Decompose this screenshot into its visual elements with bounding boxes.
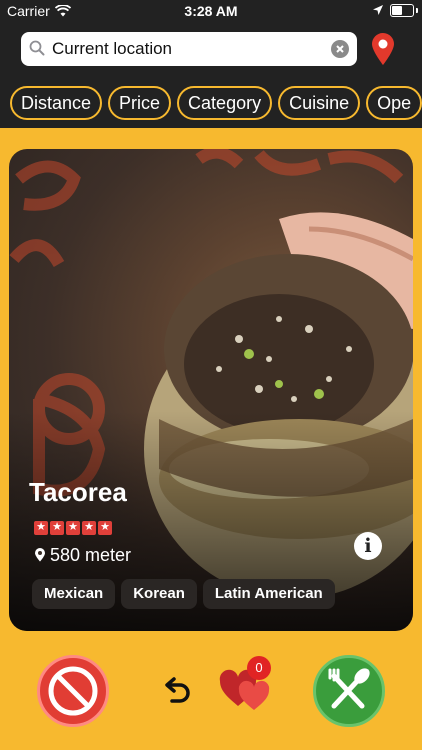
search-input[interactable]: Current location bbox=[21, 32, 357, 66]
restaurant-name: Tacorea bbox=[29, 477, 127, 507]
like-button[interactable] bbox=[313, 655, 385, 727]
fork-spoon-icon bbox=[328, 668, 370, 709]
cuisine-tag: Mexican bbox=[32, 579, 116, 609]
clock: 3:28 AM bbox=[184, 3, 238, 19]
cuisine-tag: Korean bbox=[121, 579, 197, 609]
star-icon: ★ bbox=[50, 521, 64, 535]
distance-label: 580 meter bbox=[50, 545, 132, 565]
favorites-count-badge: 0 bbox=[247, 656, 271, 680]
cuisine-tags: Mexican Korean Latin American bbox=[32, 579, 341, 609]
no-icon bbox=[48, 666, 98, 716]
clear-icon[interactable] bbox=[331, 40, 349, 58]
location-arrow-icon bbox=[372, 3, 384, 19]
filter-distance[interactable]: Distance bbox=[10, 86, 103, 120]
distance-row: 580 meter bbox=[34, 545, 131, 566]
search-icon bbox=[29, 40, 45, 61]
location-pin-icon bbox=[35, 548, 45, 562]
header: Carrier 3:28 AM Current location Distanc… bbox=[0, 0, 422, 128]
filter-price[interactable]: Price bbox=[108, 86, 172, 120]
filter-category[interactable]: Category bbox=[177, 86, 273, 120]
filter-cuisine[interactable]: Cuisine bbox=[278, 86, 361, 120]
search-value: Current location bbox=[52, 39, 173, 58]
rating-stars: ★ ★ ★ ★ ★ bbox=[34, 521, 114, 540]
star-icon: ★ bbox=[66, 521, 80, 535]
star-icon: ★ bbox=[82, 521, 96, 535]
star-icon: ★ bbox=[34, 521, 48, 535]
battery-icon bbox=[390, 4, 418, 17]
dislike-button[interactable] bbox=[37, 655, 109, 727]
restaurant-card[interactable]: Tacorea ★ ★ ★ ★ ★ 580 meter Mexican Korean Lat… bbox=[9, 149, 413, 631]
undo-icon[interactable] bbox=[162, 675, 192, 710]
star-icon: ★ bbox=[98, 521, 112, 535]
cuisine-tag: Latin American bbox=[202, 579, 335, 609]
filter-bar: Distance Price Category Cuisine Ope bbox=[10, 86, 422, 120]
info-icon[interactable]: i bbox=[354, 532, 382, 560]
filter-open[interactable]: Ope bbox=[366, 86, 422, 120]
map-pin-icon[interactable] bbox=[370, 32, 396, 71]
status-bar: Carrier 3:28 AM bbox=[0, 0, 422, 22]
